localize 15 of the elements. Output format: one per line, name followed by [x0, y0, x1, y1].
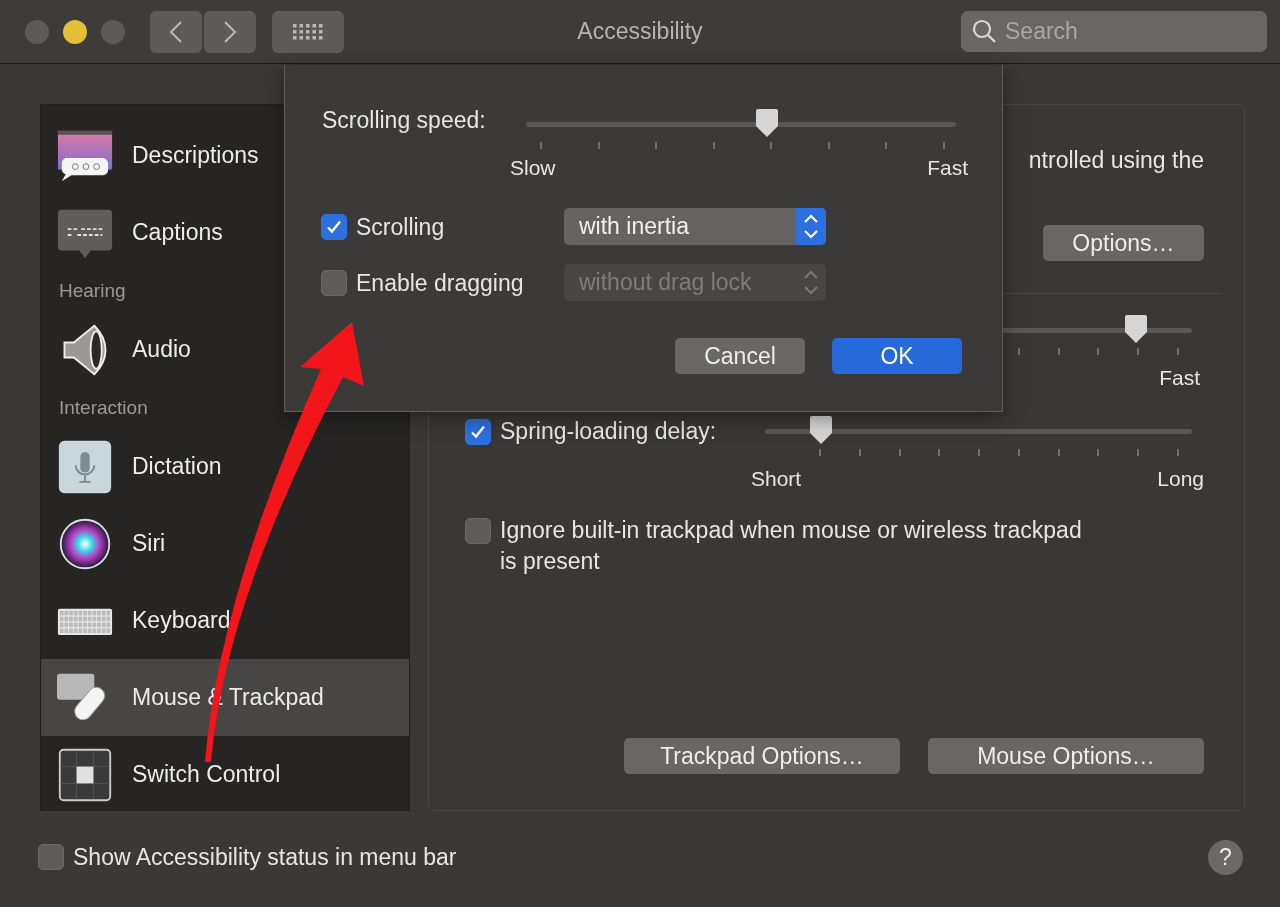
slider-label: Fast [1159, 366, 1200, 390]
checkbox-label: Ignore built-in trackpad when mouse or wireless trackpad is present [500, 516, 1083, 576]
slider-label: Short [751, 467, 802, 491]
slider-label: Long [1157, 467, 1204, 491]
checkbox-label: Show Accessibility status in menu bar [73, 844, 457, 870]
slider-label: Scrolling speed: [322, 107, 486, 133]
description-text: ntrolled using the [1028, 147, 1204, 173]
window-title: Accessibility [577, 18, 703, 45]
slider-label: Slow [510, 156, 556, 180]
checkbox-label: Scrolling [356, 213, 445, 240]
checkbox-label: Enable dragging [356, 269, 524, 296]
section-header: Hearing [59, 279, 126, 303]
slider-label: Fast [927, 156, 968, 180]
section-header: Interaction [59, 396, 148, 420]
checkbox-label: Spring-loading delay: [500, 418, 717, 444]
